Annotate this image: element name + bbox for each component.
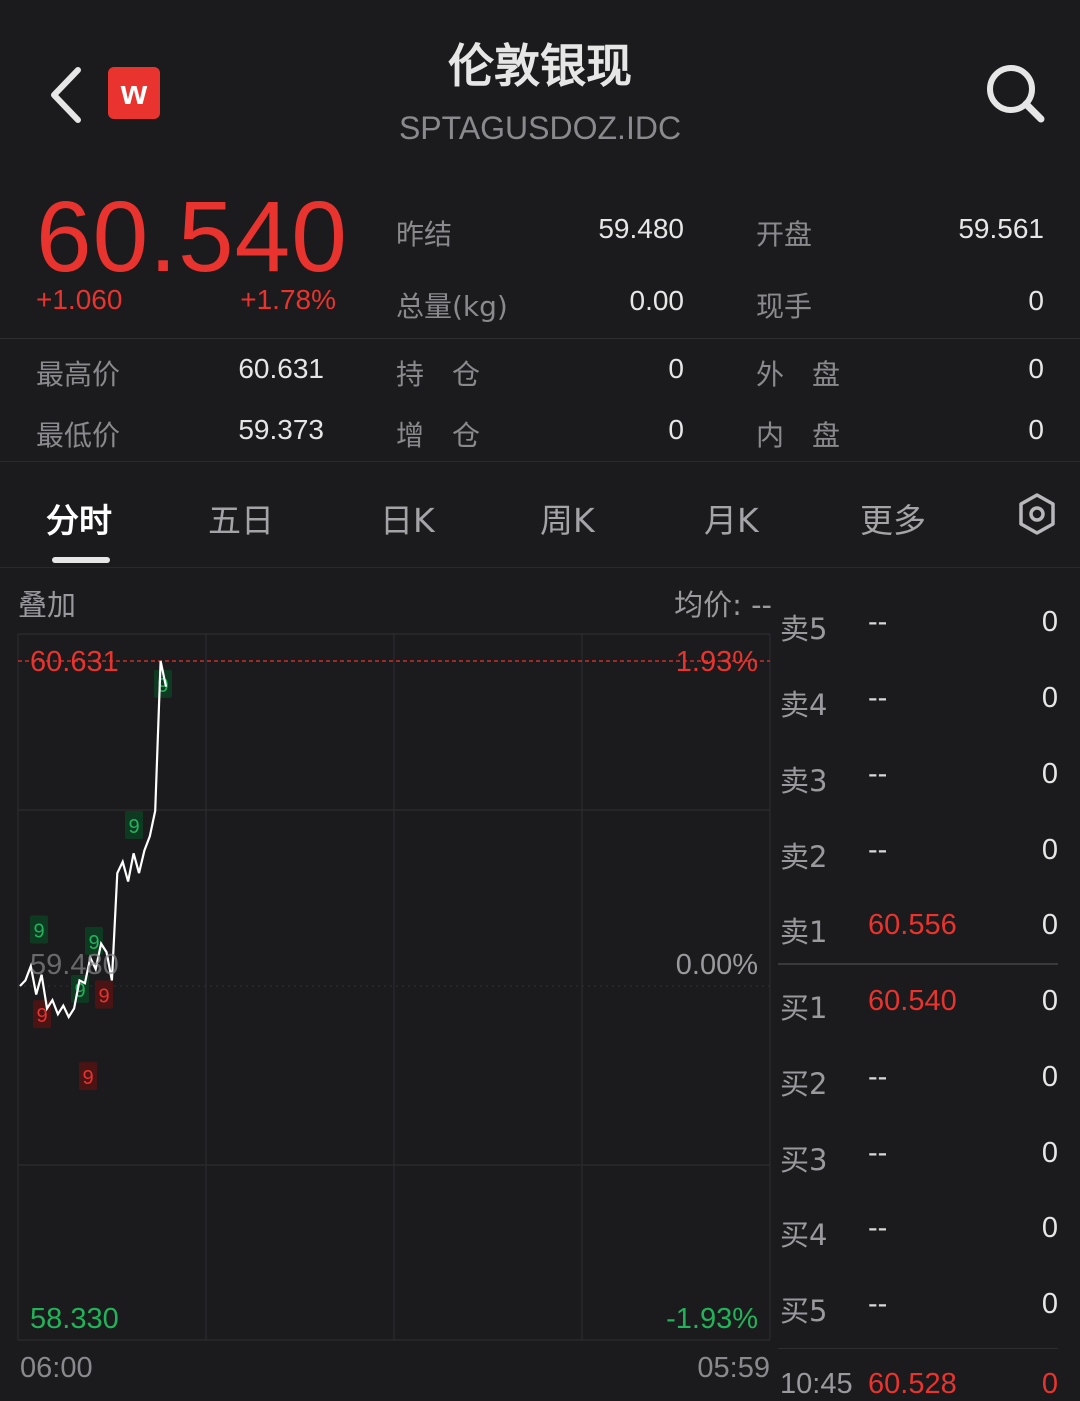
last-trade-volume: 0 [1041,1368,1058,1400]
chart-settings-button[interactable] [1016,492,1058,536]
stat-label-open: 开盘 [756,218,813,251]
tab-monthly-k[interactable]: 月K [704,494,759,542]
search-button[interactable] [984,62,1046,124]
bid-5-price: -- [868,1288,888,1320]
tab-daily-k[interactable]: 日K [380,494,435,542]
pct-min-label: -1.93% [666,1303,758,1335]
stat-value-high: 60.631 [238,353,324,384]
ref-price-label: 59.480 [30,949,119,981]
stat-value-outer: 0 [1028,353,1044,384]
ask-4-price: -- [868,682,888,714]
svg-text:9: 9 [128,816,139,838]
pct-max-label: 1.93% [676,646,758,678]
stat-value-open-interest: 0 [668,353,684,384]
average-price: 均价: -- [674,588,772,622]
chart-grid [17,633,771,1341]
tab-weekly-k[interactable]: 周K [540,494,595,542]
active-tab-indicator [52,557,110,563]
time-end-label: 05:59 [697,1352,770,1384]
page-title: 伦敦银现 [448,39,632,93]
sell-signal-marker: 9 [33,1000,51,1029]
signal-markers: 99999999 [30,669,172,1091]
bid-1-label: 买1 [780,991,828,1025]
intraday-chart[interactable]: 99999999 60.631 1.93% 59.480 0.00% 58.33… [0,620,772,1400]
stat-value-prev-settle: 59.480 [598,213,684,244]
tab-five-day[interactable]: 五日 [208,494,274,542]
ask-4-label: 卖4 [780,688,828,722]
pct-mid-label: 0.00% [676,949,758,981]
ask-1-volume: 0 [1041,909,1058,941]
instrument-code: SPTAGUSDOZ.IDC [398,110,682,146]
ask-2-label: 卖2 [780,840,828,874]
bid-4-price: -- [868,1212,888,1244]
bid-3-label: 买3 [780,1143,828,1177]
search-icon [987,65,1045,123]
stat-label-outer: 外 盘 [756,358,841,391]
buy-signal-marker: 9 [125,811,143,840]
bid-5-label: 买5 [780,1294,828,1328]
bid-3-price: -- [868,1137,888,1169]
last-trade-time: 10:45 [780,1368,853,1400]
y-max-label: 60.631 [30,646,119,678]
price-change: +1.060 [36,284,123,315]
ask-1-price: 60.556 [868,909,957,941]
svg-text:9: 9 [98,985,109,1007]
stat-label-current-hand: 现手 [756,290,813,323]
bid-2-label: 买2 [780,1067,828,1101]
divider [0,567,1080,568]
svg-text:9: 9 [33,921,44,943]
divider [0,338,1080,339]
divider [778,1348,1058,1349]
tab-intraday[interactable]: 分时 [46,494,112,542]
stat-label-low: 最低价 [36,419,121,452]
stat-value-open: 59.561 [958,213,1044,244]
bid-1-price: 60.540 [868,985,957,1017]
ask-5-volume: 0 [1041,606,1058,638]
stat-label-volume: 总量(kg) [396,290,508,323]
ask-5-label: 卖5 [780,612,828,646]
sell-signal-marker: 9 [79,1062,97,1091]
stat-label-high: 最高价 [36,358,121,391]
last-trade-price: 60.528 [868,1368,957,1400]
ask-2-volume: 0 [1041,834,1058,866]
bid-3-volume: 0 [1041,1137,1058,1169]
stat-label-prev-settle: 昨结 [396,218,453,251]
bid-4-label: 买4 [780,1218,828,1252]
stat-value-low: 59.373 [238,414,324,445]
stat-value-volume: 0.00 [629,285,685,316]
ask-3-label: 卖3 [780,764,828,798]
y-min-label: 58.330 [30,1303,119,1335]
ask-1-label: 卖1 [780,915,828,949]
price-change-percent: +1.78% [240,284,336,315]
stat-label-open-interest: 持 仓 [396,358,481,391]
ask-2-price: -- [868,834,888,866]
stat-value-oi-change: 0 [668,414,684,445]
stat-label-inner: 内 盘 [756,419,841,452]
sell-signal-marker: 9 [95,980,113,1009]
bid-5-volume: 0 [1041,1288,1058,1320]
stat-value-current-hand: 0 [1028,285,1044,316]
stat-label-oi-change: 增 仓 [396,419,481,452]
ask-4-volume: 0 [1041,682,1058,714]
last-price: 60.540 [36,181,348,293]
svg-text:9: 9 [82,1067,93,1089]
order-book-divider [778,963,1058,965]
time-start-label: 06:00 [20,1352,93,1384]
bid-4-volume: 0 [1041,1212,1058,1244]
bid-2-volume: 0 [1041,1061,1058,1093]
gear-icon [1019,493,1055,535]
divider [0,461,1080,462]
ask-3-volume: 0 [1041,758,1058,790]
ask-5-price: -- [868,606,888,638]
buy-signal-marker: 9 [30,915,48,944]
bid-2-price: -- [868,1061,888,1093]
stat-value-inner: 0 [1028,414,1044,445]
overlay-button[interactable]: 叠加 [18,582,76,624]
tab-more[interactable]: 更多 [860,494,926,542]
ask-3-price: -- [868,758,888,790]
bid-1-volume: 0 [1041,985,1058,1017]
